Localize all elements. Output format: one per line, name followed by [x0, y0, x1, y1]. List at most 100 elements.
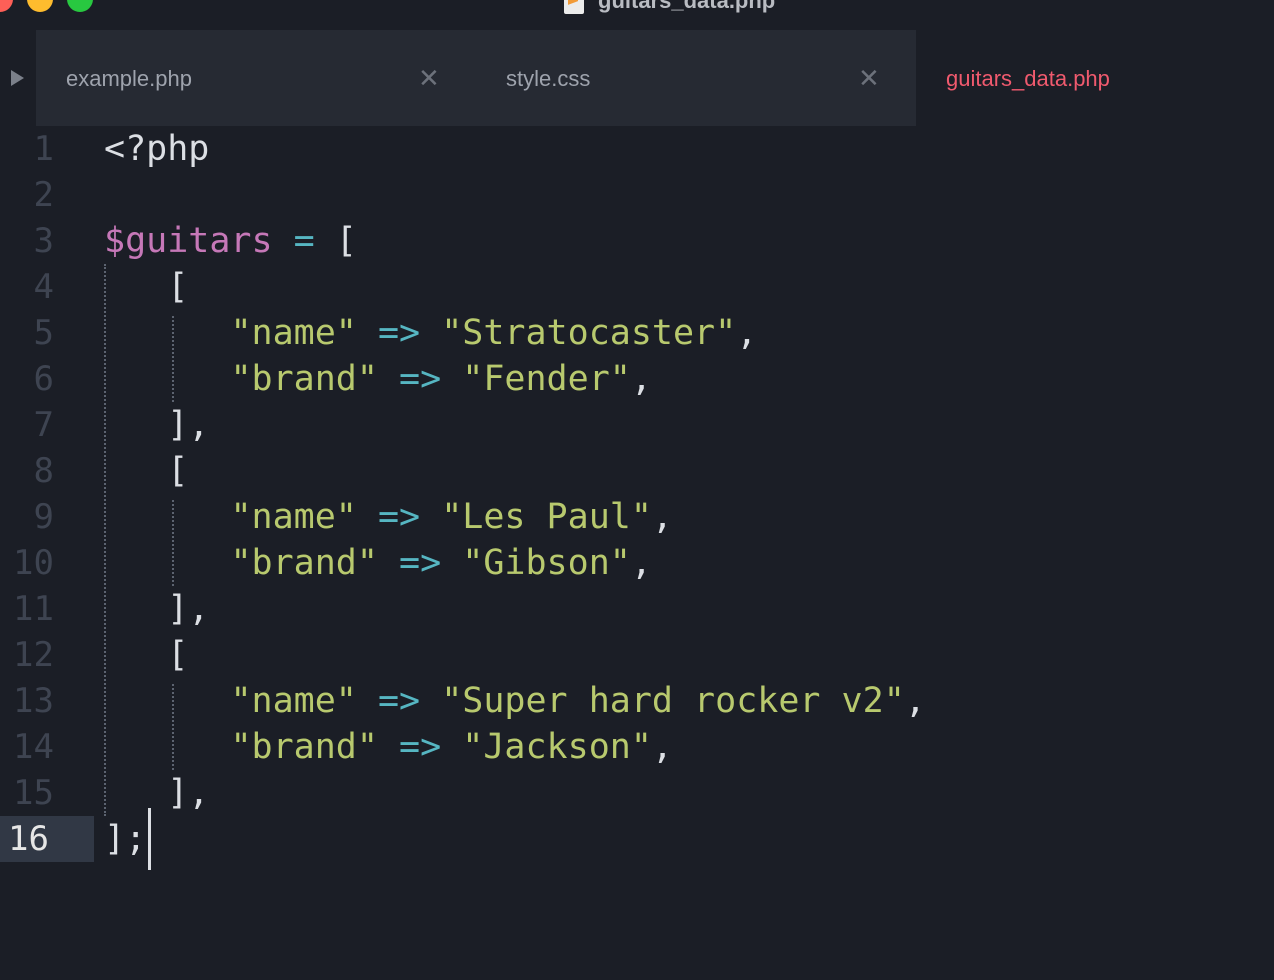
code-token: <?php	[104, 129, 210, 169]
code-editor[interactable]: <?php $guitars = [ [ "name" => "Stratocas…	[104, 126, 1264, 886]
code-token: ,	[630, 543, 652, 583]
code-line[interactable]: ],	[104, 402, 209, 448]
code-token: "brand"	[230, 727, 378, 767]
code-line[interactable]: "name" => "Stratocaster",	[104, 310, 757, 356]
code-token: ],	[104, 405, 210, 445]
code-token: "name"	[230, 313, 357, 353]
code-line[interactable]: [	[104, 264, 188, 310]
code-token: "Les Paul"	[441, 497, 652, 537]
code-token: [	[104, 635, 189, 675]
code-token: ,	[630, 359, 652, 399]
code-token: =>	[399, 543, 442, 583]
code-line[interactable]: "brand" => "Fender",	[104, 356, 652, 402]
code-token: ,	[736, 313, 758, 353]
code-token: ],	[104, 589, 210, 629]
tab-bar: example.php ✕ style.css ✕ guitars_data.p…	[0, 30, 1274, 126]
code-token: =>	[377, 313, 421, 353]
code-token: ,	[651, 727, 673, 767]
close-icon[interactable]: ✕	[858, 65, 880, 91]
code-line[interactable]: [	[104, 448, 188, 494]
line-number: 7	[33, 405, 54, 445]
code-line[interactable]: "brand" => "Jackson",	[104, 724, 673, 770]
line-number: 3	[33, 221, 54, 261]
code-token: "name"	[230, 681, 357, 721]
code-token: =	[293, 221, 315, 261]
line-number: 2	[33, 175, 54, 215]
line-number: 11	[13, 589, 54, 629]
zoom-window-button[interactable]	[67, 0, 93, 12]
code-token: =>	[399, 359, 442, 399]
code-token: ,	[651, 497, 673, 537]
code-line[interactable]: "brand" => "Gibson",	[104, 540, 652, 586]
code-token: $guitars	[104, 221, 273, 261]
code-line[interactable]: <?php	[104, 126, 209, 172]
code-token: "Jackson"	[462, 727, 652, 767]
code-line[interactable]: [	[104, 632, 188, 678]
text-cursor	[148, 808, 151, 870]
code-token: "Fender"	[462, 359, 631, 399]
code-token: "name"	[230, 497, 357, 537]
code-token: "Super hard rocker v2"	[441, 681, 905, 721]
tab-style-css[interactable]: style.css ✕	[476, 30, 916, 126]
tab-label: style.css	[506, 66, 591, 91]
code-token: "brand"	[230, 543, 378, 583]
line-number: 10	[13, 543, 54, 583]
line-number: 12	[13, 635, 54, 675]
tab-label: example.php	[66, 66, 192, 91]
code-token: =>	[399, 727, 442, 767]
code-token: ,	[904, 681, 926, 721]
code-token: "Gibson"	[462, 543, 631, 583]
code-line[interactable]: "name" => "Super hard rocker v2",	[104, 678, 926, 724]
code-line[interactable]: ],	[104, 586, 209, 632]
code-line[interactable]: $guitars = [	[104, 218, 357, 264]
sidebar-toggle-icon[interactable]	[11, 70, 24, 86]
line-number-gutter[interactable]: 1 2 3 4 5 6 7 8 9 10 11 12 13 14 15 16	[0, 126, 94, 980]
code-token: ],	[104, 773, 210, 813]
code-token: "Stratocaster"	[441, 313, 737, 353]
line-number: 16	[0, 816, 94, 862]
line-number: 5	[33, 313, 54, 353]
close-window-button[interactable]	[0, 0, 13, 12]
code-token: "brand"	[230, 359, 378, 399]
window-title: guitars_data.php	[598, 0, 776, 13]
code-token: =>	[377, 497, 421, 537]
minimize-window-button[interactable]	[27, 0, 53, 12]
line-number: 1	[33, 129, 54, 169]
close-icon[interactable]: ✕	[418, 65, 440, 91]
tab-label: guitars_data.php	[946, 66, 1110, 91]
line-number: 8	[33, 451, 54, 491]
line-number: 4	[33, 267, 54, 307]
line-number: 13	[13, 681, 54, 721]
title-bar: guitars_data.php	[0, 0, 1274, 30]
code-line[interactable]: ],	[104, 770, 209, 816]
line-number: 9	[33, 497, 54, 537]
code-token: [	[104, 267, 189, 307]
file-icon	[564, 0, 584, 14]
code-token: =>	[377, 681, 421, 721]
code-line[interactable]: "name" => "Les Paul",	[104, 494, 673, 540]
code-line[interactable]: ];	[104, 816, 146, 862]
tab-example-php[interactable]: example.php ✕	[36, 30, 476, 126]
code-token: [	[104, 451, 189, 491]
line-number: 14	[13, 727, 54, 767]
line-number: 15	[13, 773, 54, 813]
tab-guitars-data-php[interactable]: guitars_data.php	[916, 30, 1274, 126]
